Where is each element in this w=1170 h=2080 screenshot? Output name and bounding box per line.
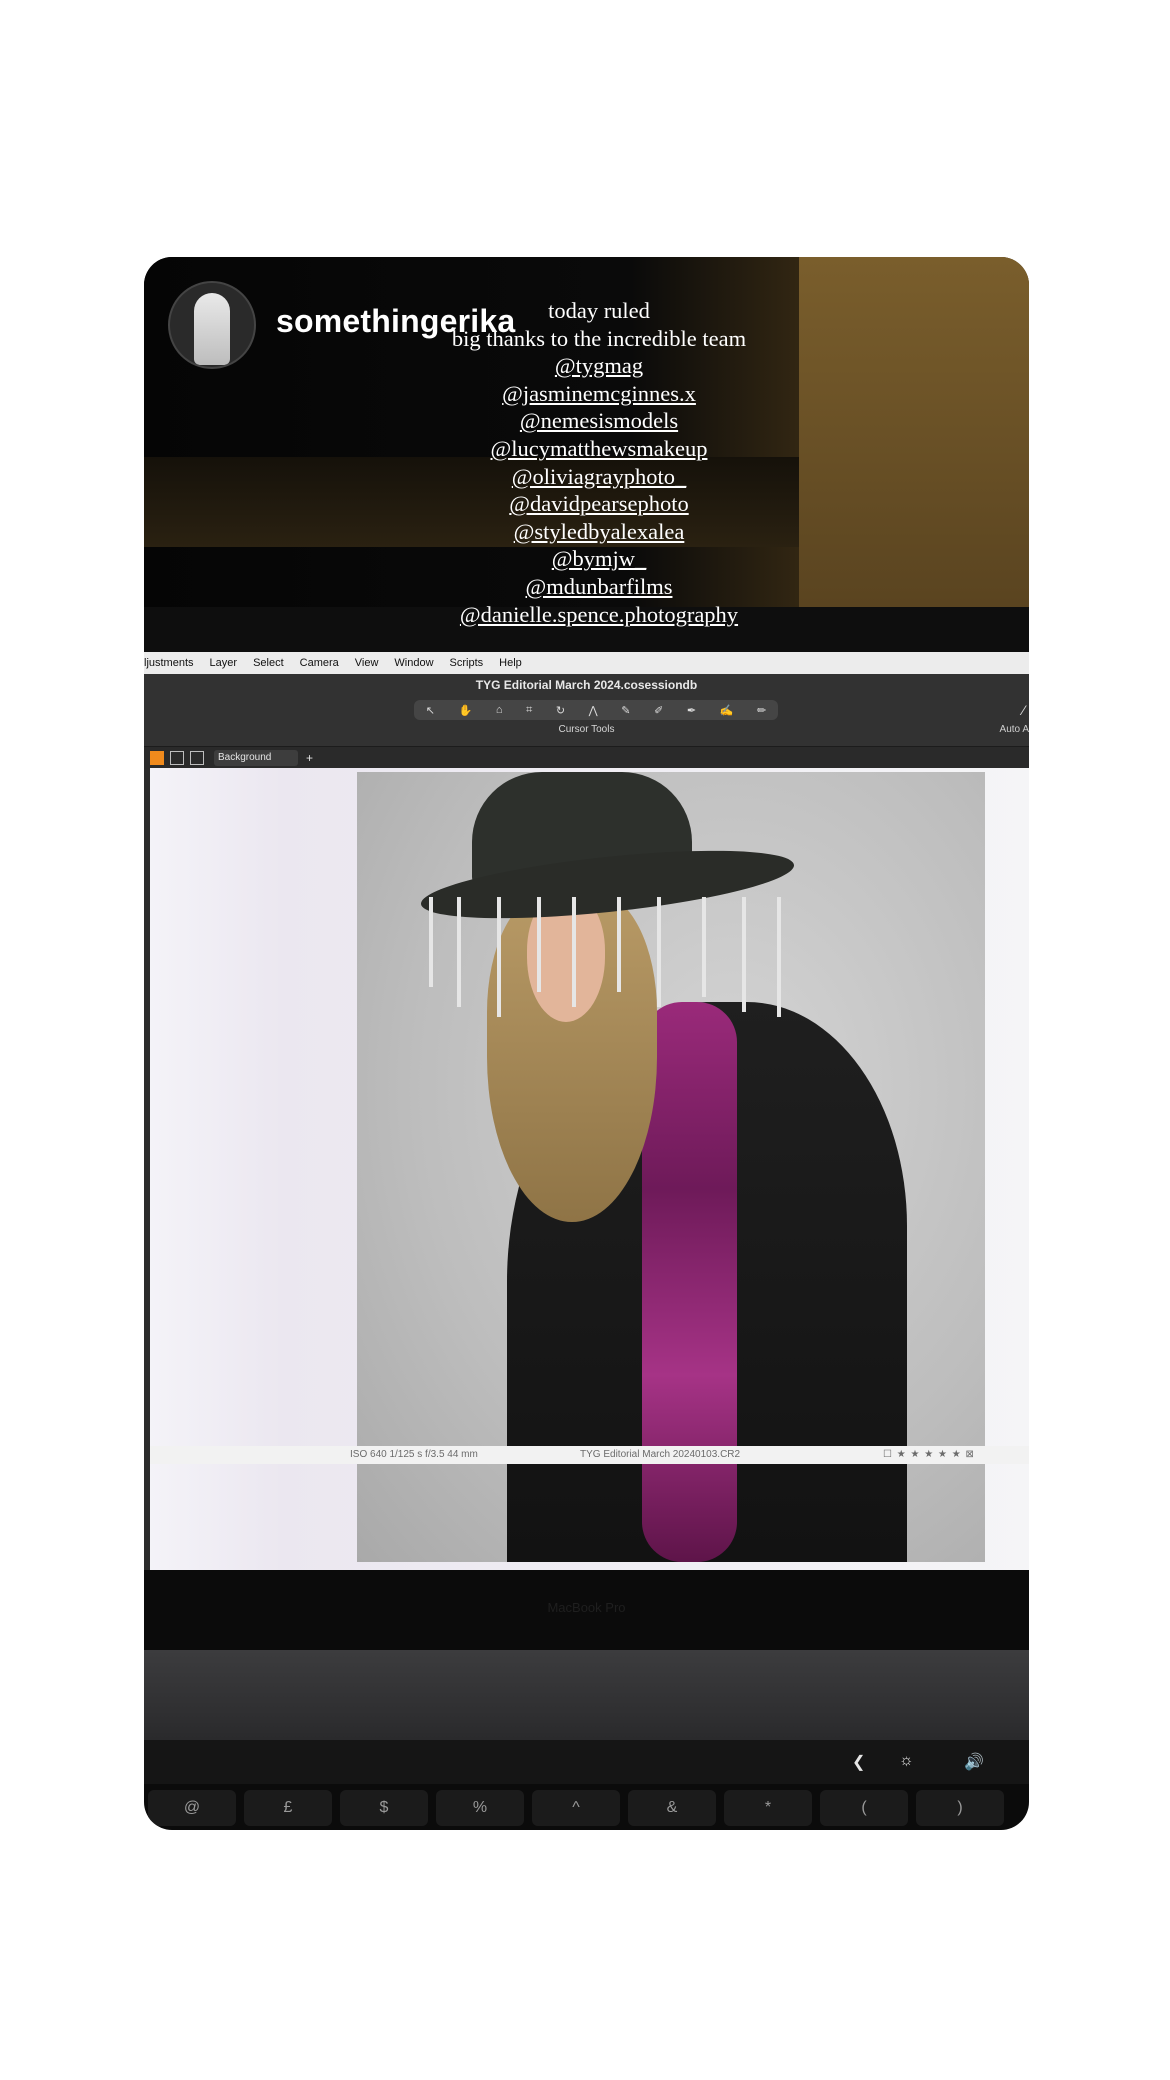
lamp-light	[799, 257, 1029, 607]
laptop-screen: ljustments Layer Select Camera View Wind…	[144, 652, 1029, 1583]
mention-tag[interactable]: @nemesismodels	[374, 407, 824, 435]
brightness-icon[interactable]: ☼	[899, 1752, 914, 1770]
exif-info: ISO 640 1/125 s f/3.5 44 mm	[350, 1449, 478, 1460]
volume-icon[interactable]: 🔊	[964, 1752, 984, 1772]
mention-tag[interactable]: @mdunbarfilms	[374, 573, 824, 601]
eraser-tool-icon[interactable]: ✐	[654, 704, 663, 717]
crystal-fringe	[702, 897, 706, 997]
keyboard-key[interactable]: *	[724, 1790, 812, 1826]
keyboard-key[interactable]: ^	[532, 1790, 620, 1826]
keyboard-key[interactable]: £	[244, 1790, 332, 1826]
keyboard-row: @ £ $ % ^ & * ( )	[144, 1790, 1029, 1830]
star-rating[interactable]: ☐ ★ ★ ★ ★ ★ ⊠	[883, 1449, 975, 1460]
menu-item[interactable]: ljustments	[144, 657, 194, 669]
caption-line: today ruled	[548, 298, 650, 323]
auto-adjust-label[interactable]: Auto A	[1000, 724, 1029, 735]
single-view-icon[interactable]	[170, 751, 184, 765]
menu-item[interactable]: Camera	[300, 657, 339, 669]
screen-bezel: MacBook Pro	[144, 1570, 1029, 1650]
mention-tag[interactable]: @lucymatthewsmakeup	[374, 435, 824, 463]
add-layer-icon[interactable]: +	[306, 751, 313, 765]
keyboard-key[interactable]: @	[148, 1790, 236, 1826]
mention-tag[interactable]: @davidpearsephoto	[374, 490, 824, 518]
layer-select[interactable]: Background	[214, 750, 298, 766]
pan-tool-icon[interactable]: ✋	[459, 704, 473, 717]
brush-tool-icon[interactable]: ✎	[621, 704, 630, 717]
mention-tag[interactable]: @danielle.spence.photography	[374, 601, 824, 629]
crystal-fringe	[777, 897, 781, 1017]
crystal-fringe	[537, 897, 541, 992]
toolbar: ↖ ✋ ⌂ ⌗ ↻ ⋀ ✎ ✐ ✒ ✍ ✏ Cursor Tools ⁄ Aut…	[144, 696, 1029, 746]
gradient-tool-icon[interactable]: ✒	[687, 704, 696, 717]
pen-tool-icon[interactable]: ✍	[720, 704, 734, 717]
menu-item[interactable]: Layer	[210, 657, 238, 669]
status-bar: ISO 640 1/125 s f/3.5 44 mm TYG Editoria…	[150, 1446, 1029, 1464]
crystal-fringe	[742, 897, 746, 1012]
editorial-photo[interactable]	[357, 772, 985, 1562]
menu-bar: ljustments Layer Select Camera View Wind…	[144, 652, 1029, 674]
pointer-tool-icon[interactable]: ↖	[426, 704, 435, 717]
menu-item[interactable]: Select	[253, 657, 284, 669]
menu-item[interactable]: Scripts	[450, 657, 484, 669]
laptop-deck	[144, 1650, 1029, 1740]
keyboard-key[interactable]: )	[916, 1790, 1004, 1826]
menu-item[interactable]: Window	[394, 657, 433, 669]
avatar[interactable]	[168, 281, 256, 369]
layer-bar: Background +	[144, 746, 1029, 769]
touch-bar: ❮ ☼ 🔊	[144, 1740, 1029, 1784]
crystal-fringe	[572, 897, 576, 1007]
mention-tag[interactable]: @tygmag	[374, 352, 824, 380]
keyboard-key[interactable]: (	[820, 1790, 908, 1826]
caption-line: big thanks to the incredible team	[451, 325, 747, 351]
keyboard-key[interactable]: &	[628, 1790, 716, 1826]
avatar-figure	[194, 293, 230, 365]
window-title: TYG Editorial March 2024.cosessiondb	[144, 674, 1029, 696]
cursor-tools: ↖ ✋ ⌂ ⌗ ↻ ⋀ ✎ ✐ ✒ ✍ ✏	[414, 700, 778, 720]
mention-tag[interactable]: @styledbyalexalea	[374, 518, 824, 546]
magenta-ruffle	[642, 1002, 737, 1562]
keystone-tool-icon[interactable]: ⋀	[589, 704, 598, 717]
keyboard-key[interactable]: $	[340, 1790, 428, 1826]
crop-tool-icon[interactable]: ⌗	[526, 704, 532, 717]
crystal-fringe	[429, 897, 433, 987]
crystal-fringe	[457, 897, 461, 1007]
grid-view-icon[interactable]	[150, 751, 164, 765]
keyboard-key[interactable]: %	[436, 1790, 524, 1826]
loupe-tool-icon[interactable]: ⌂	[496, 704, 503, 716]
story-card: somethingerika today ruled big thanks to…	[144, 257, 1029, 1830]
mention-tag[interactable]: @oliviagrayphoto_	[374, 463, 824, 491]
rotate-tool-icon[interactable]: ↻	[556, 704, 565, 717]
file-name: TYG Editorial March 20240103.CR2	[580, 1449, 741, 1460]
mention-tag[interactable]: @jasminemcginnes.x	[374, 380, 824, 408]
eye-view-icon[interactable]	[190, 751, 204, 765]
tool-caption: Cursor Tools	[558, 724, 615, 735]
chevron-left-icon[interactable]: ❮	[852, 1752, 865, 1772]
picker-tool-icon[interactable]: ✏	[757, 704, 766, 717]
crystal-fringe	[617, 897, 621, 992]
mention-tag[interactable]: @bymjw_	[374, 545, 824, 573]
crystal-fringe	[657, 897, 661, 1007]
crystal-fringe	[497, 897, 501, 1017]
menu-item[interactable]: View	[355, 657, 379, 669]
wand-icon[interactable]: ⁄	[1023, 702, 1025, 718]
bezel-label: MacBook Pro	[547, 1600, 626, 1615]
story-caption: today ruled big thanks to the incredible…	[374, 297, 824, 628]
menu-item[interactable]: Help	[499, 657, 522, 669]
